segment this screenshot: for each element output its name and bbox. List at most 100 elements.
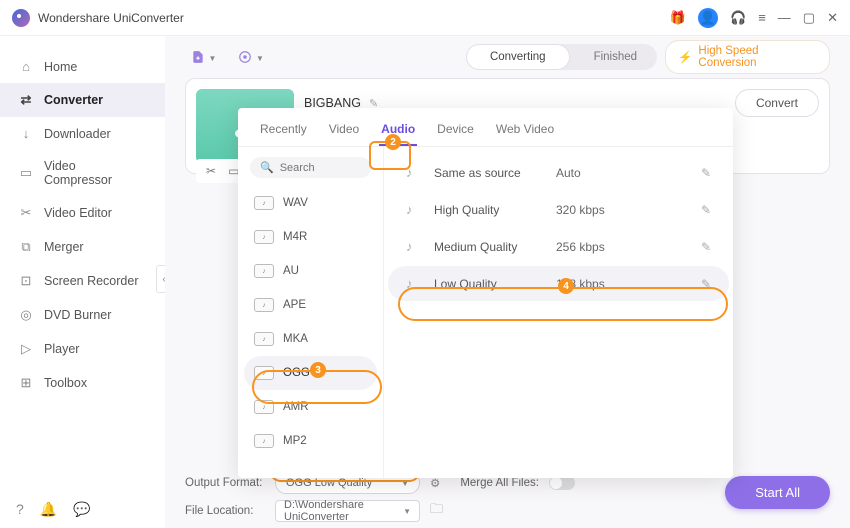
edit-quality-icon[interactable]: ✎ — [701, 277, 711, 291]
quality-item-high[interactable]: ♪ High Quality 320 kbps ✎ — [388, 192, 729, 227]
format-item-m4r[interactable]: ♪M4R — [244, 220, 377, 254]
format-item-ape[interactable]: ♪APE — [244, 288, 377, 322]
disc-add-icon — [238, 50, 252, 64]
format-item-amr[interactable]: ♪AMR — [244, 390, 377, 424]
sidebar-item-dvd-burner[interactable]: ◎ DVD Burner — [0, 298, 165, 332]
chevron-down-icon: ▼ — [401, 479, 409, 488]
sidebar-item-home[interactable]: ⌂Home — [0, 50, 165, 83]
quality-list: ♪Same as sourceAuto✎ ♪High Quality320 kb… — [384, 147, 733, 478]
help-icon[interactable]: ? — [16, 501, 24, 518]
format-item-ogg[interactable]: ♪OGG — [244, 356, 377, 390]
tab-converting[interactable]: Converting — [466, 44, 570, 70]
gift-icon[interactable]: 🎁 — [670, 10, 686, 26]
sidebar-item-downloader[interactable]: ↓Downloader — [0, 117, 165, 150]
sidebar-item-label: Player — [44, 342, 79, 356]
format-label: AU — [283, 265, 299, 277]
player-icon: ▷ — [18, 341, 34, 357]
converter-icon: ⇄ — [18, 92, 34, 108]
sidebar-item-screen-recorder[interactable]: ⊡ Screen Recorder — [0, 264, 165, 298]
sidebar-item-label: Merger — [44, 240, 84, 254]
sidebar-item-label: Screen Recorder — [44, 274, 139, 288]
audio-icon: ♪ — [406, 239, 422, 254]
toolbar: ▼ ▼ Converting Finished ⚡ High Speed Con… — [165, 36, 850, 78]
chevron-down-icon: ▼ — [256, 54, 264, 63]
chevron-down-icon: ▼ — [209, 54, 217, 63]
recorder-icon: ⊡ — [18, 273, 34, 289]
format-badge-icon: ♪ — [254, 332, 274, 346]
format-badge-icon: ♪ — [254, 230, 274, 244]
sidebar-item-video-compressor[interactable]: ▭Video Compressor — [0, 150, 165, 196]
tab-device[interactable]: Device — [435, 118, 476, 146]
format-badge-icon: ♪ — [254, 366, 274, 380]
notification-icon[interactable]: 🔔 — [40, 501, 57, 518]
quality-rate: Auto — [556, 166, 626, 180]
output-format-value: OGG Low Quality — [286, 477, 372, 489]
add-dvd-button[interactable]: ▼ — [232, 44, 257, 70]
quality-rate: 320 kbps — [556, 203, 626, 217]
maximize-icon[interactable]: ▢ — [803, 10, 815, 26]
quality-rate: 128 kbps — [556, 277, 626, 291]
quality-item-low[interactable]: ♪ Low Quality 128 kbps ✎ — [388, 266, 729, 301]
sidebar-item-label: Video Compressor — [44, 159, 147, 187]
sidebar-item-video-editor[interactable]: ✂Video Editor — [0, 196, 165, 230]
quality-item-medium[interactable]: ♪Medium Quality256 kbps✎ — [388, 229, 729, 264]
format-item-wav[interactable]: ♪WAV — [244, 186, 377, 220]
close-icon[interactable]: ✕ — [827, 10, 838, 26]
user-avatar-icon[interactable]: 👤 — [698, 8, 718, 28]
output-settings-icon[interactable]: ⚙ — [430, 476, 440, 490]
format-item-mp2[interactable]: ♪MP2 — [244, 424, 377, 458]
audio-icon: ♪ — [406, 202, 422, 217]
footer-icons: ? 🔔 💬 — [16, 501, 91, 518]
sidebar-item-converter[interactable]: ⇄Converter — [0, 83, 165, 117]
format-list: 🔍 ♪WAV ♪M4R ♪AU ♪APE ♪MKA ♪OGG ♪AMR ♪MP2 — [238, 147, 384, 478]
tab-segment: Converting Finished — [466, 44, 657, 70]
search-icon: 🔍 — [260, 161, 274, 174]
dvd-icon: ◎ — [18, 307, 34, 323]
start-all-button[interactable]: Start All — [725, 476, 830, 509]
trim-icon[interactable]: ✂ — [206, 164, 216, 178]
add-file-button[interactable]: ▼ — [185, 44, 210, 70]
chevron-down-icon: ▼ — [403, 507, 411, 516]
sidebar-item-player[interactable]: ▷ Player — [0, 332, 165, 366]
quality-name: High Quality — [434, 203, 544, 217]
minimize-icon[interactable]: — — [778, 10, 791, 25]
search-input[interactable] — [280, 162, 370, 174]
quality-item-source[interactable]: ♪Same as sourceAuto✎ — [388, 155, 729, 190]
format-search-box: 🔍 — [250, 157, 371, 178]
tab-web-video[interactable]: Web Video — [494, 118, 556, 146]
toolbox-icon: ⊞ — [18, 375, 34, 391]
edit-quality-icon[interactable]: ✎ — [701, 166, 711, 180]
lightning-icon: ⚡ — [678, 50, 692, 64]
merge-files-toggle[interactable] — [549, 476, 575, 490]
file-location-select[interactable]: D:\Wondershare UniConverter ▼ — [275, 500, 420, 522]
feedback-icon[interactable]: 💬 — [73, 501, 90, 518]
high-speed-label: High Speed Conversion — [698, 45, 817, 69]
format-item-mka[interactable]: ♪MKA — [244, 322, 377, 356]
output-format-label: Output Format: — [185, 477, 265, 489]
audio-icon: ♪ — [406, 276, 422, 291]
sidebar-item-merger[interactable]: ⧉Merger — [0, 230, 165, 264]
format-badge-icon: ♪ — [254, 264, 274, 278]
format-label: AMR — [283, 401, 309, 413]
edit-quality-icon[interactable]: ✎ — [701, 240, 711, 254]
menu-icon[interactable]: ≡ — [758, 10, 766, 25]
headset-icon[interactable]: 🎧 — [730, 10, 746, 26]
sidebar-item-label: DVD Burner — [44, 308, 111, 322]
tab-recently[interactable]: Recently — [258, 118, 309, 146]
audio-icon: ♪ — [406, 165, 422, 180]
convert-button[interactable]: Convert — [735, 89, 819, 117]
app-logo — [12, 9, 30, 27]
sidebar-item-toolbox[interactable]: ⊞Toolbox — [0, 366, 165, 400]
high-speed-button[interactable]: ⚡ High Speed Conversion — [665, 40, 830, 74]
open-folder-icon[interactable]: 🗀 — [430, 500, 443, 522]
tab-audio[interactable]: Audio — [379, 118, 417, 146]
format-item-au[interactable]: ♪ AU — [244, 254, 377, 288]
titlebar-actions: 🎁 👤 🎧 ≡ — ▢ ✕ — [670, 8, 838, 28]
file-location-label: File Location: — [185, 505, 265, 517]
file-location-value: D:\Wondershare UniConverter — [284, 499, 403, 523]
quality-name: Low Quality — [434, 277, 544, 291]
tab-video[interactable]: Video — [327, 118, 361, 146]
tab-finished[interactable]: Finished — [570, 44, 658, 70]
edit-quality-icon[interactable]: ✎ — [701, 203, 711, 217]
format-badge-icon: ♪ — [254, 196, 274, 210]
